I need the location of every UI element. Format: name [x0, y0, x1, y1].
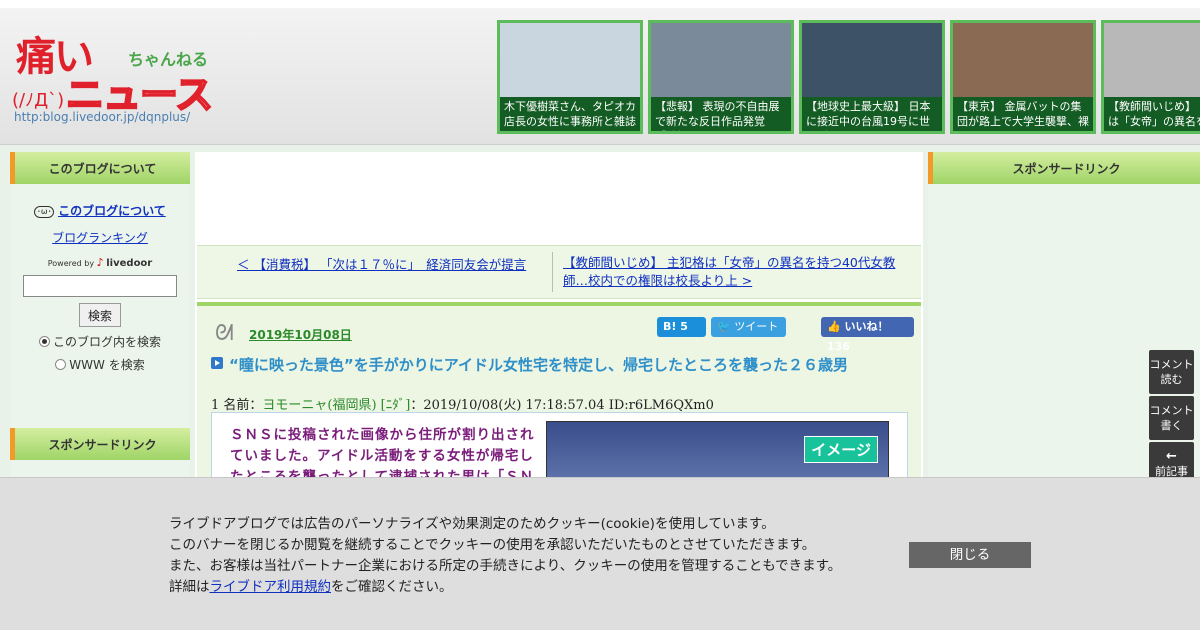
- powered-brand: livedoor: [106, 258, 153, 269]
- twitter-bird-icon: 🐦: [717, 320, 731, 333]
- next-article-link[interactable]: 【教師間いじめ】 主犯格は「女帝」の異名を持つ40代女教師…校内での権限は校長よ…: [563, 254, 903, 290]
- search-button[interactable]: 検索: [79, 303, 121, 327]
- cookie-line-1: ライブドアブログでは広告のパーソナライズや効果測定のためクッキー(cookie)…: [169, 516, 775, 532]
- thumb-image: [500, 23, 640, 97]
- article-date[interactable]: 2019年10月08日: [249, 326, 352, 343]
- category-cat-icon: ᘛ: [215, 321, 234, 346]
- thumb-image: [1104, 23, 1200, 97]
- left-sponsor-heading: スポンサードリンク: [10, 428, 190, 460]
- search-scope-blog[interactable]: このブログ内を検索: [10, 333, 190, 350]
- cookie-line-2: このバナーを閉じるか閲覧を継続することでクッキーの使用を承認いただいたものとさせ…: [169, 537, 816, 553]
- about-heading: このブログについて: [10, 152, 190, 184]
- powered-prefix: Powered by: [47, 259, 95, 268]
- right-sponsor-heading: スポンサードリンク: [928, 152, 1200, 184]
- cookie-line-4: 詳細はライブドア利用規約をご確認ください。: [169, 577, 841, 598]
- thumb-caption: 【東京】 金属バットの集団が路上で大学生襲撃、裸に: [953, 97, 1093, 131]
- logo-url-text: http:blog.livedoor.jp/dqnplus/: [14, 110, 191, 124]
- meta-prefix: 1 名前：: [211, 398, 263, 413]
- featured-thumb[interactable]: 木下優樹菜さん、タピオカ店長の女性に事務所と雑誌: [497, 20, 643, 134]
- cookie-banner: ライブドアブログでは広告のパーソナライズや効果測定のためクッキー(cookie)…: [0, 477, 1200, 630]
- article-nav: ＜ 【消費税】 「次は１７％に」 経済同友会が提言 【教師間いじめ】 主犯格は「…: [197, 245, 921, 299]
- terms-link[interactable]: ライブドア利用規約: [210, 579, 332, 595]
- thumbs-up-icon: 👍: [827, 320, 841, 333]
- radio-blog-label: このブログ内を検索: [52, 335, 161, 349]
- cookie-line-4-prefix: 詳細は: [169, 579, 210, 595]
- powered-by[interactable]: Powered by ♪ livedoor: [10, 256, 190, 269]
- thumb-caption: 【悲報】 表現の不自由展で新たな反日作品発覚 「被爆: [651, 97, 791, 131]
- write-comment-button[interactable]: コメント書く: [1149, 396, 1194, 440]
- header-top-line: [0, 0, 1200, 8]
- featured-thumb[interactable]: 【悲報】 表現の不自由展で新たな反日作品発覚 「被爆: [648, 20, 794, 134]
- floating-side-buttons: コメント読む コメント書く ← 前記事: [1149, 350, 1194, 488]
- cookie-text: ライブドアブログでは広告のパーソナライズや効果測定のためクッキー(cookie)…: [169, 514, 841, 598]
- site-logo[interactable]: 痛い ちゃんねる (/ﾉД`) ニュース http:blog.livedoor.…: [10, 20, 230, 130]
- ranking-row: ブログランキング: [10, 229, 190, 246]
- radio-unchecked-icon[interactable]: [55, 359, 67, 370]
- ad-area: [195, 152, 923, 244]
- ranking-link[interactable]: ブログランキング: [52, 231, 148, 245]
- title-play-icon: [211, 357, 223, 369]
- logo-face-text: (/ﾉД`): [12, 90, 65, 111]
- cookie-line-4-suffix: をご確認ください。: [331, 579, 453, 595]
- tweet-button[interactable]: 🐦 ツイート: [711, 317, 786, 337]
- livedoor-icon: ♪: [96, 256, 104, 269]
- arrow-left-icon: ←: [1166, 449, 1177, 464]
- radio-www-label: WWW を検索: [69, 358, 145, 372]
- search-input[interactable]: [23, 275, 177, 297]
- thumb-image: [802, 23, 942, 97]
- about-row: ･ω･ このブログについて: [10, 202, 190, 219]
- image-label: イメージ: [804, 436, 878, 463]
- face-icon: ･ω･: [34, 206, 55, 218]
- post-meta: 1 名前：ヨモーニャ(福岡県) [ﾆﾀﾞ]：2019/10/08(火) 17:1…: [211, 394, 714, 413]
- meta-suffix: ：2019/10/08(火) 17:18:57.04 ID:r6LM6QXm0: [410, 398, 714, 413]
- thumb-image: [953, 23, 1093, 97]
- featured-thumb[interactable]: 【地球史上最大級】 日本に接近中の台風19号に世界が: [799, 20, 945, 134]
- radio-checked-icon[interactable]: [38, 336, 50, 347]
- featured-thumbnails: 木下優樹菜さん、タピオカ店長の女性に事務所と雑誌 【悲報】 表現の不自由展で新た…: [497, 20, 1200, 134]
- thumb-image: [651, 23, 791, 97]
- site-header: 痛い ちゃんねる (/ﾉД`) ニュース http:blog.livedoor.…: [0, 0, 1200, 145]
- thumb-caption: 【地球史上最大級】 日本に接近中の台風19号に世界が: [802, 97, 942, 131]
- article-title[interactable]: “瞳に映った景色”を手がかりにアイドル女性宅を特定し、帰宅したところを襲った２６…: [229, 354, 848, 375]
- facebook-like-button[interactable]: 👍 いいね！ 136: [821, 317, 914, 353]
- search-scope-www[interactable]: WWW を検索: [10, 356, 190, 373]
- about-link[interactable]: このブログについて: [58, 204, 166, 218]
- left-sponsor-section: スポンサードリンク: [10, 428, 190, 460]
- featured-thumb[interactable]: 【東京】 金属バットの集団が路上で大学生襲撃、裸に: [950, 20, 1096, 134]
- read-comments-button[interactable]: コメント読む: [1149, 350, 1194, 394]
- nav-divider: [552, 252, 553, 292]
- featured-thumb[interactable]: 【教師間いじめ】 主犯格は「女帝」の異名を持つ: [1101, 20, 1200, 134]
- thumb-caption: 木下優樹菜さん、タピオカ店長の女性に事務所と雑誌: [500, 97, 640, 131]
- poster-name: ヨモーニャ(福岡県) [ﾆﾀﾞ]: [262, 398, 411, 413]
- prev-article-link[interactable]: ＜ 【消費税】 「次は１７％に」 経済同友会が提言: [237, 254, 547, 273]
- cookie-close-button[interactable]: 閉じる: [909, 542, 1031, 568]
- tweet-label: ツイート: [734, 320, 779, 333]
- thumb-caption: 【教師間いじめ】 主犯格は「女帝」の異名を持つ: [1104, 97, 1200, 131]
- cookie-line-3: また、お客様は当社パートナー企業における所定の手続きにより、クッキーの使用を管理…: [169, 558, 842, 574]
- hatena-bookmark-button[interactable]: B! 5: [657, 317, 706, 337]
